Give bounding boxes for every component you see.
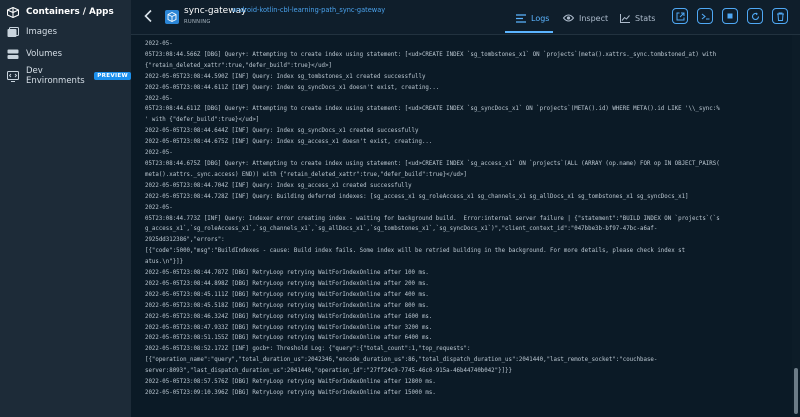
containers-icon (6, 6, 20, 18)
log-line: 2925dd312386","errors": (145, 237, 225, 244)
open-in-browser-icon (676, 12, 684, 20)
log-line: 05T23:08:44.675Z [DBG] Query+: Attemptin… (145, 160, 720, 167)
images-icon (7, 26, 19, 38)
sidebar-item-containers-apps[interactable]: Containers / Apps (0, 2, 131, 22)
log-line: 2022-05-05T23:08:44.728Z [INF] Query: Bu… (145, 193, 689, 200)
tab-inspect[interactable]: Inspect (563, 10, 608, 26)
log-line: 2022-05-05T23:08:45.111Z [DBG] RetryLoop… (145, 291, 429, 298)
tab-logs[interactable]: Logs (516, 10, 549, 26)
log-line: 05T23:08:44.566Z [DBG] Query+: Attemptin… (145, 51, 717, 58)
sidebar-item-dev-environments[interactable]: Dev Environments PREVIEW (0, 66, 131, 86)
log-line: 2022-05-05T23:08:57.576Z [DBG] RetryLoop… (145, 379, 436, 386)
log-line: 2022-05-05T23:08:47.933Z [DBG] RetryLoop… (145, 324, 433, 331)
sidebar-item-label: Dev Environments (26, 66, 85, 86)
back-button[interactable] (143, 9, 157, 25)
restart-button[interactable] (747, 8, 763, 24)
log-line: 2022-05-05T23:08:44.644Z [INF] Query: In… (145, 128, 419, 135)
sidebar-item-volumes[interactable]: Volumes (0, 44, 131, 64)
sidebar-item-label: Images (26, 27, 58, 37)
log-line: ' with {"defer_build":true}</ud>] (145, 117, 260, 124)
log-line: server:8093","last_dispatch_duration_us"… (145, 368, 512, 375)
cli-button[interactable] (697, 8, 713, 24)
logs-icon (516, 13, 526, 23)
log-line: [{"code":5000,"msg":"BuildIndexes - caus… (145, 248, 686, 255)
stats-icon (620, 13, 630, 23)
log-scrollbar[interactable] (792, 35, 800, 417)
log-line: 2022-05-05T23:08:44.611Z [INF] Query: In… (145, 84, 440, 91)
sidebar: Containers / Apps Images Volumes Dev Env… (0, 0, 131, 417)
log-line: 2022-05- (145, 95, 173, 102)
sidebar-item-label: Volumes (26, 49, 63, 59)
log-line: 2022-05-05T23:09:10.396Z [DBG] RetryLoop… (145, 390, 436, 396)
log-line: atus.\n"}]} (145, 259, 184, 266)
tab-stats[interactable]: Stats (620, 10, 655, 26)
log-scrollbar-thumb[interactable] (794, 368, 798, 414)
preview-badge: PREVIEW (94, 72, 131, 80)
log-line: 2022-05-05T23:08:44.675Z [INF] Query: In… (145, 139, 433, 146)
log-line: 2022-05-05T23:08:45.518Z [DBG] RetryLoop… (145, 302, 429, 309)
delete-button[interactable] (772, 8, 788, 24)
log-line: 2022-05- (145, 41, 173, 47)
container-icon (165, 9, 179, 24)
log-line: g_access_x1`,`sg_roleAccess_x1`,`sg_chan… (145, 226, 658, 233)
chevron-left-icon (144, 9, 152, 23)
log-line: 2022-05-05T23:08:44.898Z [DBG] RetryLoop… (145, 280, 429, 287)
tab-label: Inspect (579, 13, 609, 23)
stop-button[interactable] (722, 8, 738, 24)
log-line: 2022-05-05T23:08:44.590Z [INF] Query: In… (145, 73, 426, 80)
restart-icon (751, 12, 759, 20)
sidebar-item-images[interactable]: Images (0, 22, 131, 42)
stop-icon (727, 13, 733, 19)
tab-label: Stats (635, 13, 656, 23)
active-tab-indicator (505, 31, 553, 33)
log-line: 2022-05- (145, 150, 173, 157)
log-view[interactable]: 2022-05- 05T23:08:44.566Z [DBG] Query+: A… (131, 35, 792, 417)
dev-environments-icon (7, 70, 19, 82)
log-line: meta().xattrs._sync.access) END)) with {… (145, 171, 467, 178)
volumes-icon (7, 49, 19, 60)
delete-icon (776, 12, 784, 21)
log-line: {"retain_deleted_xattr":true,"defer_buil… (145, 62, 332, 69)
log-line: 2022-05-05T23:08:51.155Z [DBG] RetryLoop… (145, 335, 433, 342)
log-line: 2022-05- (145, 204, 173, 211)
open-in-browser-button[interactable] (672, 8, 688, 24)
log-line: 05T23:08:44.611Z [DBG] Query+: Attemptin… (145, 106, 720, 113)
sidebar-item-label: Containers / Apps (26, 7, 114, 17)
log-line: 2022-05-05T23:08:44.787Z [DBG] RetryLoop… (145, 270, 429, 277)
cli-icon (701, 13, 709, 20)
status-badge: RUNNING (184, 19, 211, 25)
log-line: 2022-05-05T23:08:44.704Z [INF] Query: In… (145, 182, 412, 189)
image-link[interactable]: android-kotlin-cbl-learning-path_sync-ga… (232, 6, 385, 14)
tab-label: Logs (531, 13, 550, 23)
log-line: 05T23:08:44.773Z [INF] Query: Indexer er… (145, 215, 720, 222)
log-line: 2022-05-05T23:08:46.324Z [DBG] RetryLoop… (145, 313, 433, 320)
log-line: 2022-05-05T23:08:52.172Z [INF] gocb+: Th… (145, 346, 471, 353)
container-header: sync-gateway android-kotlin-cbl-learning… (131, 0, 800, 35)
eye-icon (563, 14, 574, 22)
log-line: [{"operation_name":"query","total_durati… (145, 357, 658, 364)
